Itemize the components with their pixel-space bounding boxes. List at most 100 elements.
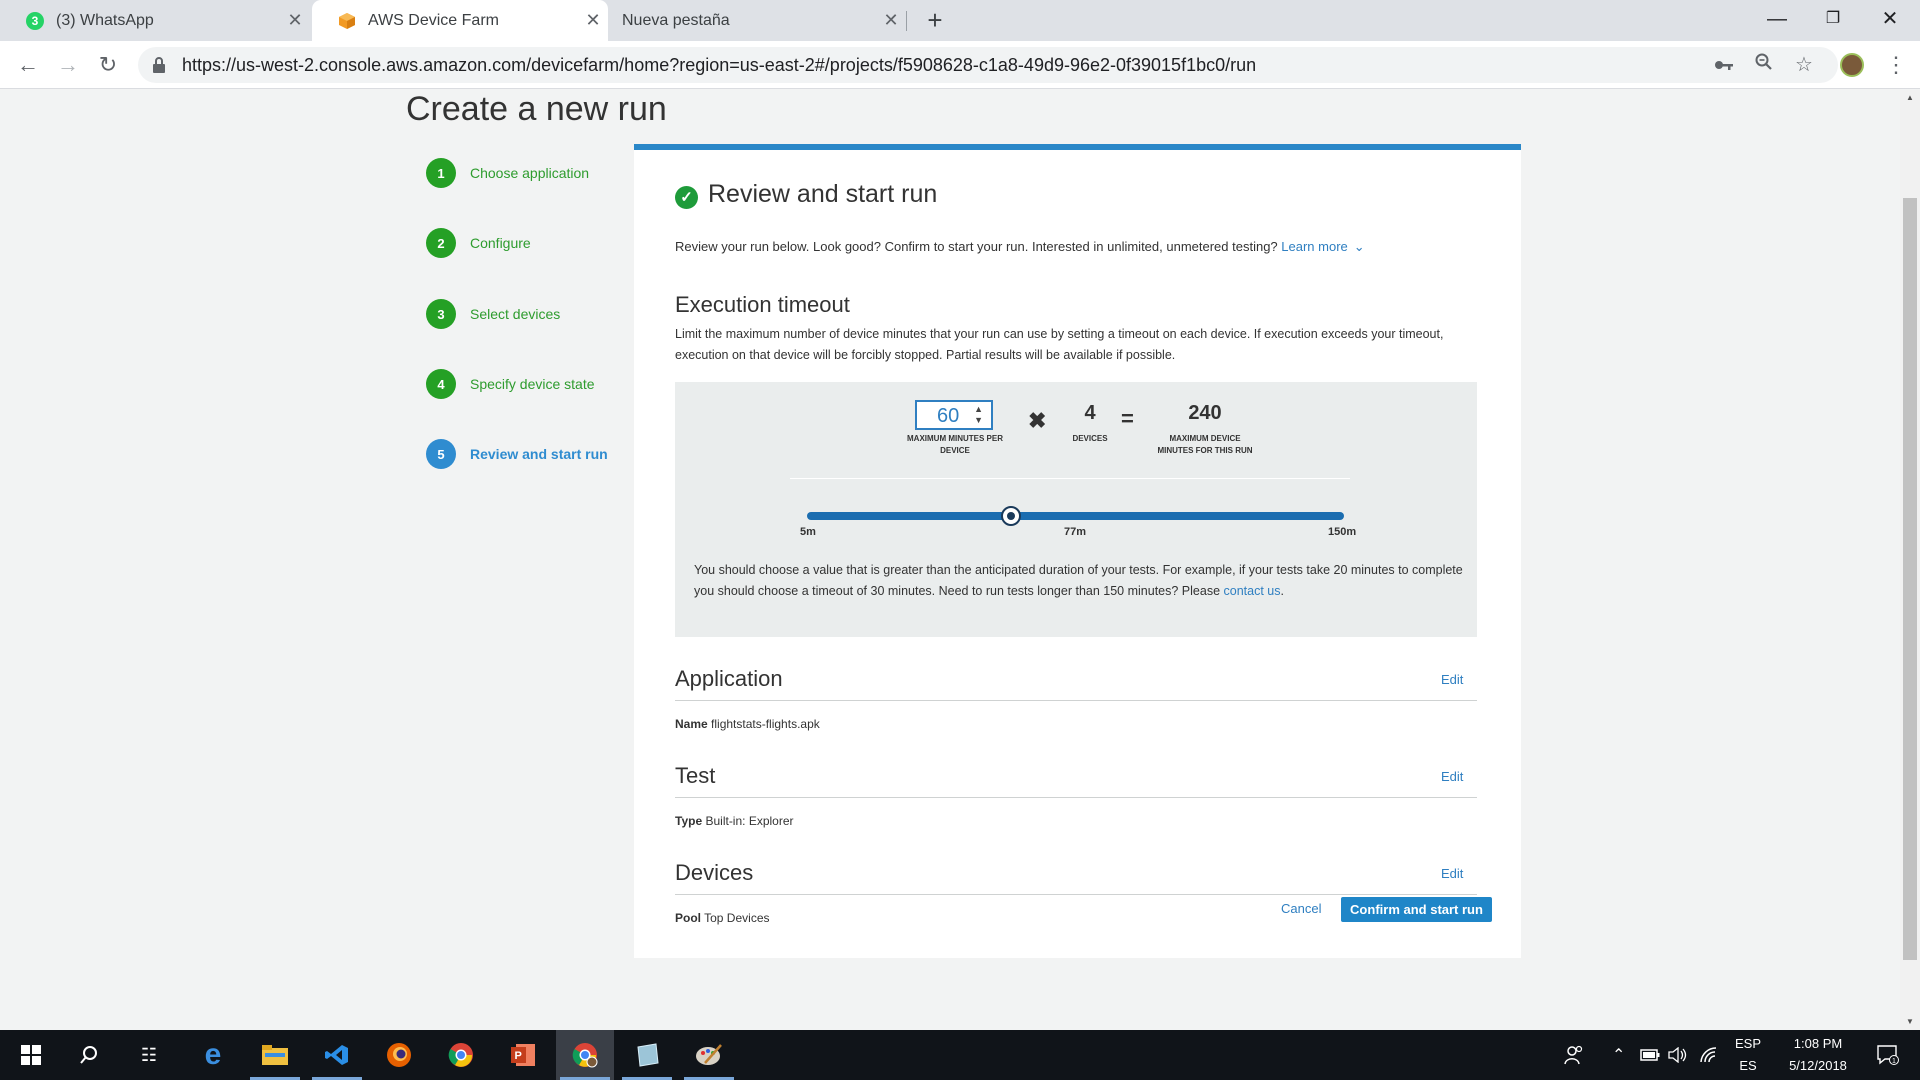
keyboard-layout: ES [1739, 1058, 1757, 1073]
key-icon[interactable] [1708, 49, 1740, 81]
bookmark-star-icon[interactable]: ☆ [1788, 49, 1820, 81]
powerpoint-icon[interactable]: P [494, 1030, 552, 1080]
wifi-icon[interactable] [1700, 1030, 1718, 1080]
tab-new-tab[interactable]: Nueva pestaña ✕ [610, 0, 906, 41]
windows-start-icon[interactable] [2, 1030, 60, 1080]
devices-pool-value: Top Devices [704, 911, 770, 925]
confirm-and-start-run-button[interactable]: Confirm and start run [1341, 897, 1492, 922]
total-device-minutes: 240 [1188, 402, 1222, 424]
contact-us-link[interactable]: contact us [1224, 584, 1281, 598]
step-label: Specify device state [470, 376, 595, 392]
battery-icon[interactable] [1640, 1030, 1660, 1080]
vscode-icon[interactable] [308, 1030, 366, 1080]
clock-date: 5/12/2018 [1789, 1058, 1847, 1073]
step-label: Choose application [470, 165, 590, 181]
step-label: Configure [470, 235, 531, 251]
volume-icon[interactable] [1668, 1030, 1688, 1080]
tab-title: AWS Device Farm [368, 11, 499, 29]
edit-application-link[interactable]: Edit [1441, 672, 1463, 687]
edit-devices-link[interactable]: Edit [1441, 866, 1463, 881]
test-type-row: Type Built-in: Explorer [675, 814, 794, 828]
tab-title: (3) WhatsApp [56, 11, 154, 29]
learn-more-link[interactable]: Learn more [1281, 239, 1347, 254]
page-content: Create a new run 1 Choose application 2 … [0, 90, 1900, 1030]
devices-pool-row: Pool Top Devices [675, 911, 770, 925]
file-explorer-icon[interactable] [246, 1030, 304, 1080]
edit-test-link[interactable]: Edit [1441, 769, 1463, 784]
restore-button[interactable]: ❐ [1803, 0, 1863, 41]
reload-button[interactable]: ↻ [92, 49, 124, 81]
test-heading: Test [675, 763, 716, 788]
divider [790, 478, 1350, 479]
tab-separator [906, 11, 907, 31]
paint-icon[interactable] [680, 1030, 738, 1080]
action-center-icon[interactable]: 1 [1868, 1030, 1908, 1080]
zoom-icon[interactable] [1748, 49, 1780, 81]
search-icon[interactable] [60, 1030, 118, 1080]
people-icon[interactable] [1564, 1030, 1584, 1080]
close-tab-icon[interactable]: ✕ [280, 10, 310, 31]
clock[interactable]: 1:08 PM 5/12/2018 [1768, 1033, 1868, 1077]
tab-whatsapp[interactable]: 3 (3) WhatsApp ✕ [0, 0, 310, 41]
timeout-slider-track[interactable] [807, 512, 1344, 520]
svg-text:P: P [515, 1050, 522, 1062]
step-number: 4 [426, 369, 456, 399]
task-view-icon[interactable]: ☷ [120, 1030, 178, 1080]
edge-browser-icon[interactable]: e [184, 1030, 242, 1080]
chevron-down-icon[interactable]: ⌄ [1354, 236, 1365, 257]
step-number: 3 [426, 299, 456, 329]
chrome-icon[interactable] [432, 1030, 490, 1080]
new-tab-button[interactable]: + [920, 6, 950, 36]
aws-cube-icon [339, 12, 355, 29]
browser-menu-icon[interactable]: ⋮ [1884, 49, 1908, 81]
slider-max-label: 150m [1328, 526, 1357, 538]
step-number: 5 [426, 439, 456, 469]
profile-avatar[interactable] [1840, 53, 1864, 77]
devices-heading: Devices [675, 860, 754, 885]
page-title: Create a new run [406, 90, 667, 128]
step-number: 2 [426, 228, 456, 258]
devices-count: 4 [1084, 402, 1096, 424]
timeout-note-end: . [1280, 584, 1284, 598]
input-language-indicator[interactable]: ESP ES [1730, 1033, 1766, 1077]
address-bar[interactable]: https://us-west-2.console.aws.amazon.com… [138, 47, 1838, 83]
forward-button[interactable]: → [52, 49, 84, 81]
back-button[interactable]: ← [12, 49, 44, 81]
scroll-up-arrow-icon[interactable]: ▲ [1900, 90, 1920, 106]
close-window-button[interactable]: ✕ [1860, 0, 1920, 41]
section-divider [675, 797, 1477, 798]
execution-timeout-heading: Execution timeout [675, 292, 850, 317]
close-tab-icon[interactable]: ✕ [578, 10, 608, 31]
review-intro-text: Review your run below. Look good? Confir… [675, 239, 1278, 254]
app-notebook-icon[interactable] [618, 1030, 676, 1080]
firefox-icon[interactable] [370, 1030, 428, 1080]
windows-taskbar: ☷ e P ⌃ ESP ES 1:08 PM 5/12/2018 1 [0, 1030, 1920, 1080]
application-name-key: Name [675, 717, 708, 731]
tab-aws-device-farm[interactable]: AWS Device Farm ✕ [312, 0, 608, 41]
slider-min-label: 5m [800, 526, 816, 538]
max-minutes-input[interactable]: 60 ▲ ▼ [915, 400, 993, 430]
page-scrollbar[interactable]: ▲ ▼ [1900, 90, 1920, 1030]
application-name-value: flightstats-flights.apk [711, 717, 820, 731]
scroll-down-arrow-icon[interactable]: ▼ [1900, 1014, 1920, 1030]
scrollbar-thumb[interactable] [1903, 198, 1917, 960]
chrome-active-window-icon[interactable] [556, 1030, 614, 1080]
cancel-button[interactable]: Cancel [1281, 901, 1321, 916]
devices-pool-key: Pool [675, 911, 701, 925]
url-text: https://us-west-2.console.aws.amazon.com… [182, 54, 1257, 75]
minimize-button[interactable]: — [1747, 0, 1807, 41]
spinner-arrows-icon[interactable]: ▲ ▼ [974, 404, 983, 426]
devices-caption: DEVICES [1072, 434, 1108, 443]
close-tab-icon[interactable]: ✕ [876, 10, 906, 31]
section-divider [675, 700, 1477, 701]
total-minutes-caption: MAXIMUM DEVICE MINUTES FOR THIS RUN [1157, 434, 1253, 455]
execution-timeout-description: Limit the maximum number of device minut… [675, 327, 1444, 362]
test-type-value: Built-in: Explorer [705, 814, 794, 828]
review-panel: ✓ Review and start run Review your run b… [634, 144, 1521, 962]
max-minutes-value: 60 [937, 405, 960, 427]
max-minutes-caption: MAXIMUM MINUTES PER DEVICE [907, 434, 1003, 455]
tab-title: Nueva pestaña [622, 11, 730, 29]
chevron-up-icon[interactable]: ⌃ [1612, 1030, 1625, 1080]
timeout-slider-thumb[interactable] [1000, 506, 1021, 526]
review-heading: Review and start run [708, 180, 938, 208]
